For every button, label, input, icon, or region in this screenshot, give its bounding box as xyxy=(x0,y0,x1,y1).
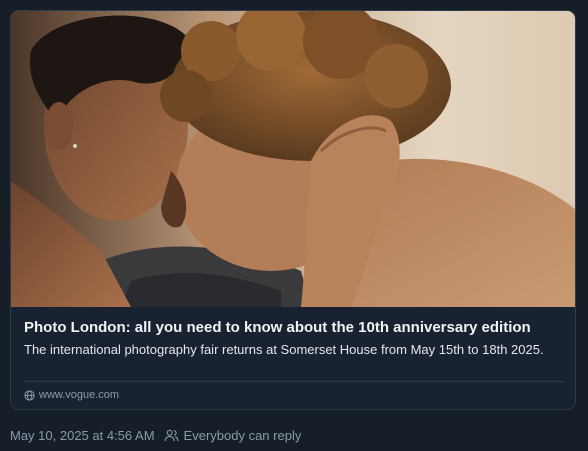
photo-thumbnail-icon xyxy=(11,11,575,307)
post-embed-view: Photo London: all you need to know about… xyxy=(0,0,588,451)
reply-setting[interactable]: Everybody can reply xyxy=(184,428,302,443)
link-card-domain-text: www.vogue.com xyxy=(39,389,120,401)
globe-icon xyxy=(24,389,35,401)
link-preview-card[interactable]: Photo London: all you need to know about… xyxy=(10,10,576,410)
link-card-description: The international photography fair retur… xyxy=(24,342,544,357)
post-timestamp[interactable]: May 10, 2025 at 4:56 AM xyxy=(10,428,155,443)
link-card-title[interactable]: Photo London: all you need to know about… xyxy=(24,318,564,338)
link-card-body[interactable]: Photo London: all you need to know about… xyxy=(11,307,575,409)
link-thumbnail-image[interactable] xyxy=(11,11,575,307)
link-card-domain[interactable]: www.vogue.com xyxy=(24,387,119,403)
post-meta-row: May 10, 2025 at 4:56 AM Everybody can re… xyxy=(10,426,301,444)
people-icon xyxy=(164,429,179,441)
link-card-divider xyxy=(24,381,564,382)
